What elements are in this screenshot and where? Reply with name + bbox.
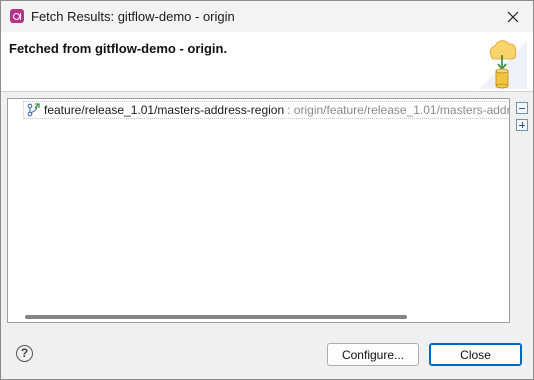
- horizontal-scrollbar[interactable]: [8, 308, 509, 322]
- close-window-button[interactable]: [501, 5, 525, 29]
- fetch-results-dialog: Fetch Results: gitflow-demo - origin Fet…: [0, 0, 534, 380]
- window-title: Fetch Results: gitflow-demo - origin: [31, 9, 235, 24]
- configure-button[interactable]: Configure...: [327, 343, 419, 366]
- close-icon: [507, 11, 519, 23]
- tree-row[interactable]: feature/release_1.01/masters-address-reg…: [23, 101, 510, 119]
- close-label: Close: [460, 347, 491, 362]
- scrollbar-thumb[interactable]: [25, 315, 407, 319]
- ref-name: feature/release_1.01/masters-address-reg…: [44, 103, 285, 117]
- configure-label: Configure...: [341, 347, 405, 362]
- collapse-all-icon: [519, 108, 525, 109]
- collapse-all-button[interactable]: [516, 102, 528, 114]
- fetch-cloud-icon: [479, 40, 527, 89]
- title-bar: Fetch Results: gitflow-demo - origin: [1, 1, 533, 32]
- header-banner: Fetched from gitflow-demo - origin.: [1, 32, 533, 92]
- close-button[interactable]: Close: [429, 343, 522, 366]
- help-button[interactable]: ?: [16, 345, 33, 362]
- banner-message: Fetched from gitflow-demo - origin.: [9, 41, 228, 56]
- ref-remote: : origin/feature/release_1.01/masters-ad…: [287, 103, 510, 117]
- expand-all-button[interactable]: [516, 119, 528, 131]
- branch-update-icon: [27, 103, 40, 117]
- expand-all-icon-vertical: [522, 122, 523, 128]
- fetch-results-tree[interactable]: feature/release_1.01/masters-address-reg…: [7, 98, 510, 323]
- app-icon: [10, 9, 24, 23]
